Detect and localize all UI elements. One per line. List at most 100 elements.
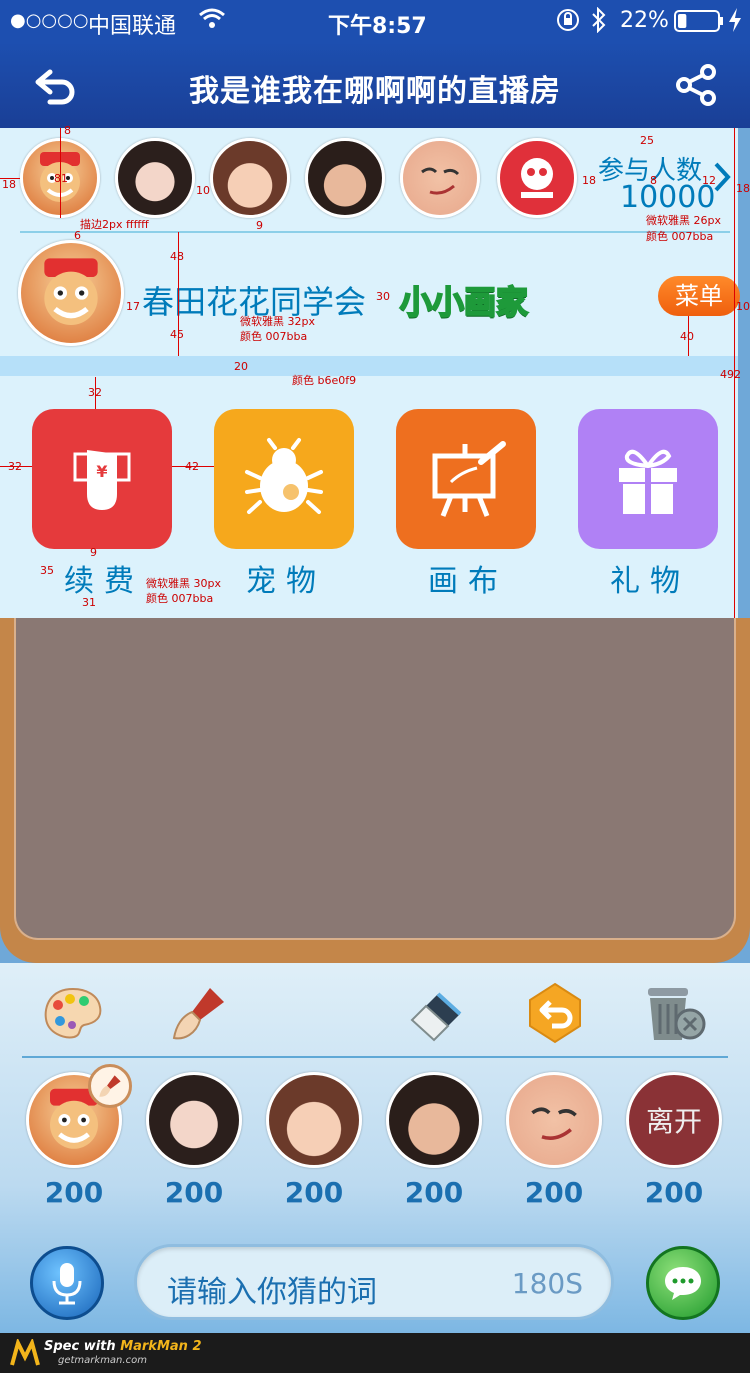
undo-icon (529, 982, 581, 1044)
red-mask-face (521, 158, 553, 198)
clock: 下午8:57 (328, 14, 427, 39)
voice-button[interactable] (30, 1246, 104, 1320)
spec-annotation: 8 (64, 124, 71, 137)
winking-face (531, 1107, 577, 1140)
bluetooth-icon (590, 6, 608, 39)
eraser-icon (410, 992, 462, 1042)
spec-annotation: 描边2px ffffff (80, 218, 149, 231)
spec-annotation: 微软雅黑 32px (240, 315, 315, 328)
carrier-name: 中国联通 (88, 14, 177, 39)
spec-annotation: 10 (196, 184, 210, 197)
winking-face (421, 167, 460, 195)
spec-annotation: 8 (650, 174, 657, 187)
player-score: 200 (44, 1176, 104, 1209)
participant-avatar-5[interactable] (400, 138, 480, 218)
countdown-timer: 180S (511, 1267, 583, 1300)
spec-annotation: 32 (88, 386, 102, 399)
eraser-tool[interactable] (400, 980, 470, 1046)
participant-avatar-3[interactable] (210, 138, 290, 218)
spec-annotation: 42 (185, 460, 199, 473)
spec-annotation: 颜色 b6e0f9 (292, 374, 357, 387)
spec-annotation: 45 (170, 328, 184, 341)
feature-pet[interactable] (214, 409, 354, 549)
brush-icon (172, 988, 224, 1040)
page-title: 我是谁我在哪啊啊的直播房 (189, 74, 561, 109)
guess-input[interactable]: 请输入你猜的词 180S (134, 1244, 614, 1320)
spec-annotation: 17 (126, 300, 140, 313)
markman-logo-icon (10, 1337, 40, 1367)
feature-pet-label: 宠物 (246, 564, 326, 599)
spec-annotation: 18 (582, 174, 596, 187)
player-avatar-4[interactable] (386, 1072, 482, 1168)
battery-icon (674, 10, 724, 38)
spec-annotation: 12 (702, 174, 716, 187)
player-avatar-5[interactable] (506, 1072, 602, 1168)
spec-annotation: 35 (40, 564, 54, 577)
participant-avatar-4[interactable] (305, 138, 385, 218)
footer-site: getmarkman.com (58, 1355, 147, 1366)
player-score: 200 (524, 1176, 584, 1209)
spec-annotation: 颜色 007bba (646, 230, 714, 243)
chat-button[interactable] (646, 1246, 720, 1320)
share-icon (676, 64, 716, 106)
spec-annotation: 492 (720, 368, 741, 381)
markman-footer: Spec with MarkMan 2 getmarkman.com (0, 1333, 750, 1373)
participant-avatar-6[interactable] (497, 138, 577, 218)
spec-annotation: 颜色 007bba (240, 330, 308, 343)
participant-avatar-2[interactable] (115, 138, 195, 218)
player-avatar-3[interactable] (266, 1072, 362, 1168)
rotation-lock-icon (556, 8, 580, 38)
bug-pet-icon (245, 438, 323, 514)
guess-input-placeholder: 请输入你猜的词 (167, 1275, 377, 1310)
spec-annotation: 微软雅黑 26px (646, 214, 721, 227)
trash-icon (648, 988, 706, 1040)
spec-annotation: 31 (82, 596, 96, 609)
spec-annotation: 9 (256, 219, 263, 232)
player-score: 200 (644, 1176, 704, 1209)
undo-tool[interactable] (520, 980, 590, 1046)
drawing-indicator-icon (88, 1064, 132, 1108)
spec-annotation: 20 (234, 360, 248, 373)
signal-strength: ●○○○○ (10, 10, 89, 31)
spec-annotation: 48 (170, 250, 184, 263)
spec-annotation: 40 (680, 330, 694, 343)
feature-canvas-label: 画布 (428, 564, 508, 599)
tools-divider (22, 1056, 728, 1058)
charging-icon (728, 8, 742, 38)
spec-annotation: 81 (54, 172, 68, 185)
palette-tool[interactable] (38, 980, 108, 1046)
gift-icon (619, 449, 677, 514)
player-avatar-6[interactable]: 离开 (626, 1072, 722, 1168)
chat-bubble-icon (665, 1267, 701, 1300)
player-score: 200 (164, 1176, 224, 1209)
share-button[interactable] (672, 60, 722, 110)
feature-gift[interactable] (578, 409, 718, 549)
host-avatar[interactable] (18, 240, 124, 346)
player-score: 200 (284, 1176, 344, 1209)
easel-icon (432, 441, 506, 517)
feature-gift-label: 礼物 (610, 564, 690, 599)
payment-hand-icon: ¥ (73, 450, 131, 510)
feature-canvas[interactable] (396, 409, 536, 549)
feature-renew[interactable]: ¥ (32, 409, 172, 549)
spec-annotation: 10 (736, 300, 750, 313)
spec-annotation: 32 (8, 460, 22, 473)
battery-percent: 22% (620, 8, 669, 33)
spec-annotation: 18 (2, 178, 16, 191)
status-bar: ●○○○○ 中国联通 下午8:57 22% (0, 0, 750, 42)
player-avatar-2[interactable] (146, 1072, 242, 1168)
footer-brand: MarkMan 2 (120, 1339, 202, 1354)
spec-annotation: 30 (376, 290, 390, 303)
color-band (0, 356, 738, 376)
player-left-label: 离开 (645, 1105, 702, 1138)
drawing-canvas[interactable] (14, 618, 736, 940)
brush-tool[interactable] (164, 980, 234, 1046)
menu-button[interactable]: 菜单 (658, 276, 740, 316)
wifi-icon (198, 6, 226, 38)
spec-annotation: 25 (640, 134, 654, 147)
microphone-icon (52, 1263, 82, 1305)
cartoon-monk-face (44, 258, 98, 325)
clear-tool[interactable] (638, 980, 708, 1046)
level-badge: 小小画家 (399, 282, 529, 322)
svg-text:¥: ¥ (96, 462, 107, 481)
